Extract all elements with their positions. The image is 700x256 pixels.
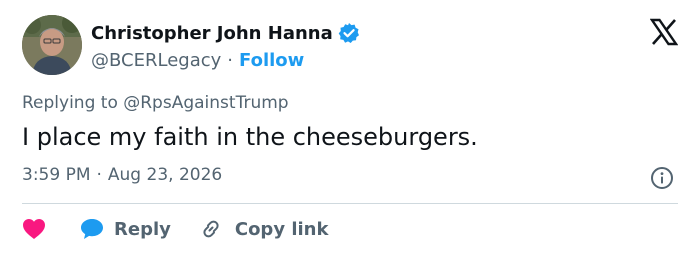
avatar[interactable]: [22, 15, 82, 75]
copy-link-label: Copy link: [234, 218, 329, 240]
author-name-row: Christopher John Hanna: [91, 20, 360, 46]
tweet-time: 3:59 PM: [22, 165, 91, 185]
heart-icon: [22, 218, 46, 240]
verified-badge-icon: [338, 22, 360, 44]
x-logo-icon[interactable]: [649, 18, 679, 46]
tweet-body-text: I place my faith in the cheeseburgers.: [22, 123, 478, 151]
author-display-name[interactable]: Christopher John Hanna: [91, 23, 333, 44]
tweet-card: Christopher John Hanna @BCERLegacy · Fol…: [0, 0, 700, 256]
timestamp-separator: ·: [96, 165, 102, 185]
reply-button[interactable]: Reply: [80, 218, 171, 240]
follow-button[interactable]: Follow: [239, 50, 304, 71]
reply-label: Reply: [114, 218, 171, 240]
handle-separator: ·: [227, 49, 234, 71]
like-button[interactable]: [22, 218, 46, 240]
link-icon: [199, 217, 223, 241]
author-handle-row: @BCERLegacy · Follow: [91, 47, 304, 73]
author-handle[interactable]: @BCERLegacy: [91, 50, 221, 71]
tweet-actions: Reply Copy link: [22, 214, 356, 244]
info-icon[interactable]: [650, 166, 674, 190]
copy-link-button[interactable]: Copy link: [199, 217, 329, 241]
replying-to-text[interactable]: Replying to @RpsAgainstTrump: [22, 93, 289, 113]
divider: [22, 203, 678, 204]
tweet-date: Aug 23, 2026: [107, 165, 223, 185]
tweet-timestamp[interactable]: 3:59 PM · Aug 23, 2026: [22, 165, 222, 185]
speech-bubble-icon: [80, 218, 104, 240]
